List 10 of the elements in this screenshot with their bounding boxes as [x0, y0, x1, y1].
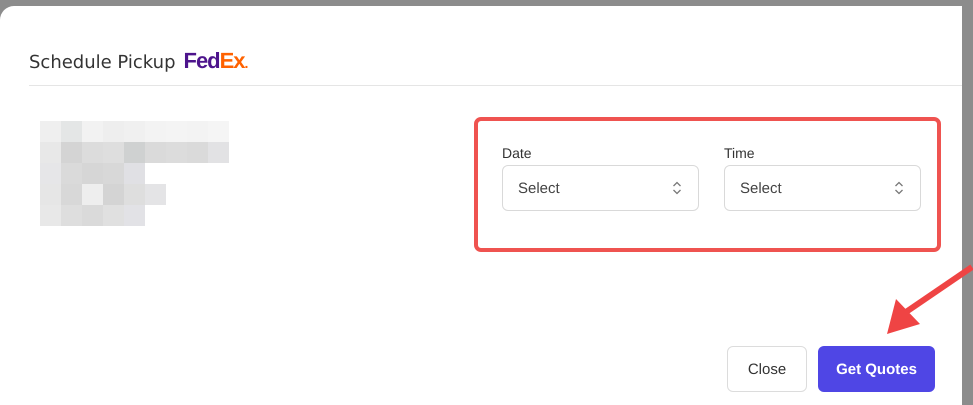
close-button[interactable]: Close: [727, 346, 807, 392]
select-field[interactable]: Select: [502, 165, 699, 211]
chevron-updown-icon: [894, 180, 904, 196]
select-field[interactable]: Select: [724, 165, 921, 211]
fedex-logo: FedEx.: [184, 48, 248, 74]
field-label: Time: [724, 145, 756, 161]
dialog-title: Schedule Pickup: [29, 52, 176, 73]
chevron-updown-icon: [672, 180, 682, 196]
get-quotes-button[interactable]: Get Quotes: [818, 346, 935, 392]
field-label: Date: [502, 145, 533, 161]
